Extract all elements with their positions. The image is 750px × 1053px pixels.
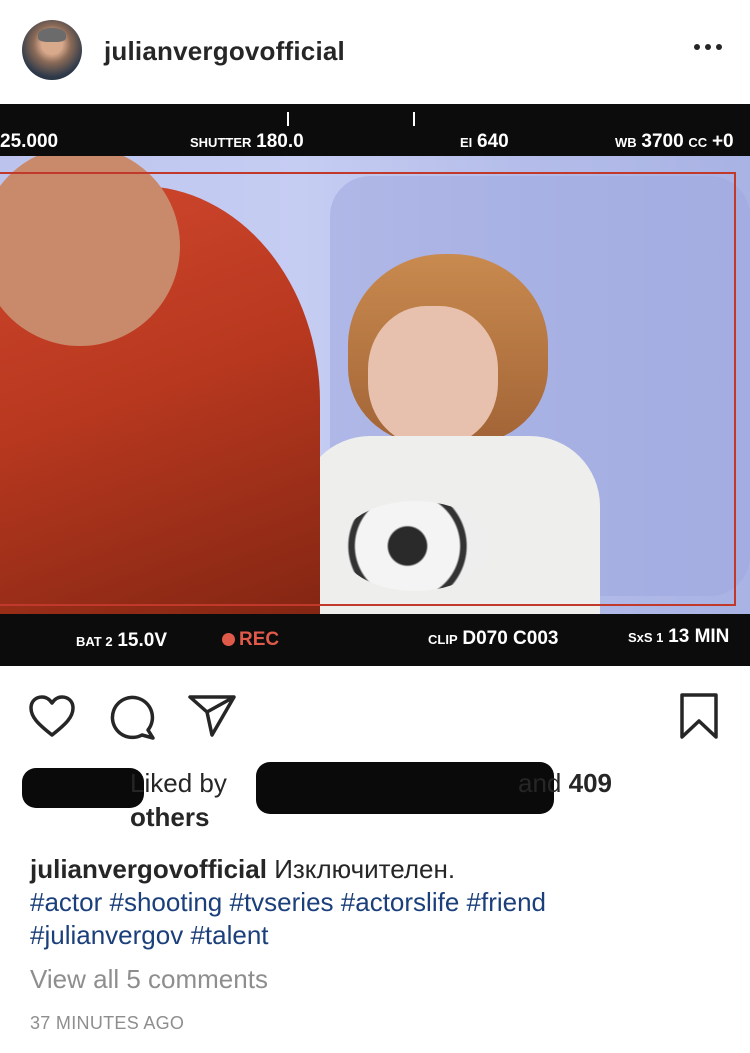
redacted-username[interactable] (256, 762, 554, 814)
ei-value: 640 (477, 131, 509, 152)
likes-count[interactable]: 409 (569, 768, 612, 798)
battery-label: BAT 2 (76, 634, 113, 649)
cc-label: CC (688, 135, 708, 150)
comment-icon[interactable] (108, 694, 156, 740)
hashtag[interactable]: #talent (190, 920, 268, 950)
clip-label: CLIP (428, 632, 458, 647)
shutter-label: SHUTTER (190, 135, 252, 150)
hashtag[interactable]: #friend (467, 887, 547, 917)
shutter-value: 180.0 (256, 131, 304, 152)
cc-value: +0 (711, 131, 734, 152)
hashtags-line-1: #actor #shooting #tvseries #actorslife #… (30, 886, 730, 919)
iso-readout: 25.000 (0, 131, 59, 152)
liked-by-label: Liked by (130, 768, 227, 798)
heart-icon[interactable] (28, 694, 76, 738)
view-all-comments-link[interactable]: View all 5 comments (30, 964, 268, 995)
wb-label: WB (615, 135, 637, 150)
post-username[interactable]: julianvergovofficial (104, 36, 345, 67)
bookmark-icon[interactable] (678, 692, 720, 740)
hashtags-line-2: #julianvergov #talent (30, 919, 730, 952)
post-header: julianvergovofficial (0, 0, 750, 104)
post-caption: julianvergovofficial Изключителен. #acto… (30, 853, 730, 952)
sxs-label: SxS 1 (628, 630, 664, 645)
send-icon[interactable] (186, 692, 238, 738)
post-photo[interactable]: 25.000 SHUTTER 180.0 EI 640 WB 3700 CC +… (0, 104, 750, 666)
redacted-avatars (22, 768, 144, 808)
hashtag[interactable]: #julianvergov (30, 920, 183, 950)
and-label: and (518, 768, 562, 798)
ei-label: EI (460, 135, 473, 150)
caption-username[interactable]: julianvergovofficial (30, 854, 267, 884)
rec-label: REC (239, 629, 280, 650)
sxs-value: 13 MIN (668, 626, 730, 647)
others-label[interactable]: others (130, 802, 209, 832)
wb-value: 3700 (641, 131, 684, 152)
viewfinder-bottom-bar: BAT 2 15.0V REC CLIP D070 C003 SxS 1 13 … (0, 614, 750, 666)
avatar[interactable] (22, 20, 82, 80)
hashtag[interactable]: #actorslife (341, 887, 460, 917)
battery-value: 15.0V (117, 630, 167, 651)
viewfinder-top-bar: 25.000 SHUTTER 180.0 EI 640 WB 3700 CC +… (0, 104, 750, 156)
frame-guide (0, 172, 736, 606)
hashtag[interactable]: #tvseries (230, 887, 334, 917)
post-timestamp: 37 MINUTES AGO (30, 1013, 185, 1033)
hashtag[interactable]: #shooting (110, 887, 223, 917)
hashtag[interactable]: #actor (30, 887, 102, 917)
record-icon (222, 633, 235, 646)
action-bar (0, 666, 750, 762)
caption-text: Изключителен. (274, 854, 456, 884)
ellipsis-icon[interactable] (694, 44, 722, 50)
clip-value: D070 C003 (462, 628, 559, 649)
